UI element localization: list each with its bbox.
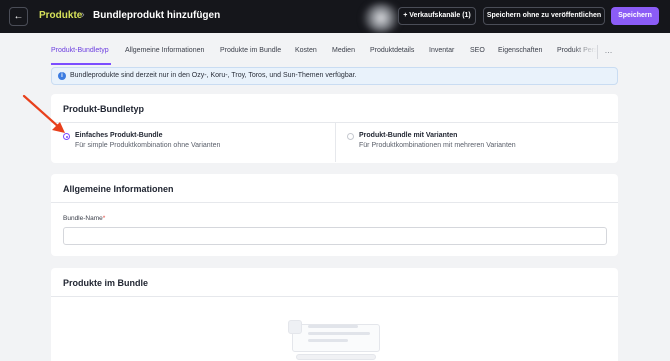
- tab-media[interactable]: Medien: [332, 47, 355, 54]
- info-icon: i: [58, 72, 66, 80]
- breadcrumb-separator: ›: [81, 9, 85, 21]
- bundle-name-input[interactable]: [63, 227, 607, 245]
- arrow-left-icon: ←: [13, 11, 24, 22]
- required-marker: *: [102, 215, 106, 222]
- back-button[interactable]: ←: [9, 7, 28, 26]
- tabs-fade: [573, 41, 597, 61]
- bundle-type-title: Produkt-Bundletyp: [63, 104, 144, 114]
- breadcrumb-parent[interactable]: Produkte: [39, 10, 82, 21]
- variant-bundle-radio[interactable]: [347, 133, 354, 140]
- tab-costs[interactable]: Kosten: [295, 47, 317, 54]
- tab-properties[interactable]: Eigenschaften: [498, 47, 542, 54]
- save-without-publishing-button[interactable]: Speichern ohne zu veröffentlichen: [483, 7, 605, 25]
- products-in-bundle-card: Produkte im Bundle: [51, 268, 618, 361]
- sales-channels-button[interactable]: + Verkaufskanäle (1): [398, 7, 476, 25]
- annotation-arrow-icon: [22, 94, 65, 133]
- tab-product-details[interactable]: Produktdetails: [370, 47, 414, 54]
- tab-general-info[interactable]: Allgemeine Informationen: [125, 47, 204, 54]
- tabs-more-button[interactable]: …: [597, 45, 619, 59]
- tab-inventory[interactable]: Inventar: [429, 47, 454, 54]
- general-info-title: Allgemeine Informationen: [63, 184, 174, 194]
- info-banner: i Bundleprodukte sind derzeit nur in den…: [51, 67, 618, 85]
- bundle-name-label: Bundle-Name*: [63, 215, 106, 222]
- tab-products-in-bundle[interactable]: Produkte im Bundle: [220, 47, 281, 54]
- save-button[interactable]: Speichern: [611, 7, 659, 25]
- active-tab-indicator: [51, 63, 111, 65]
- card-divider: [51, 296, 618, 297]
- card-divider: [51, 202, 618, 203]
- page-title: Bundleprodukt hinzufügen: [93, 10, 221, 21]
- info-banner-text: Bundleprodukte sind derzeit nur in den O…: [70, 72, 357, 79]
- empty-products-illustration: [288, 320, 382, 360]
- bundle-type-card: Produkt-Bundletyp Einfaches Produkt-Bund…: [51, 94, 618, 163]
- blurred-avatar: [362, 3, 400, 33]
- tab-seo[interactable]: SEO: [470, 47, 485, 54]
- tab-bundle-type[interactable]: Produkt-Bundletyp: [51, 47, 109, 54]
- top-bar: ← Produkte › Bundleprodukt hinzufügen + …: [0, 0, 670, 33]
- section-tabs: Produkt-Bundletyp Allgemeine Information…: [0, 33, 670, 65]
- option-divider: [335, 123, 336, 162]
- simple-bundle-label: Einfaches Produkt-Bundle: [75, 132, 163, 139]
- general-info-card: Allgemeine Informationen Bundle-Name*: [51, 174, 618, 256]
- variant-bundle-description: Für Produktkombinationen mit mehreren Va…: [359, 142, 516, 149]
- products-in-bundle-title: Produkte im Bundle: [63, 278, 149, 288]
- variant-bundle-label: Produkt-Bundle mit Varianten: [359, 132, 458, 139]
- simple-bundle-description: Für simple Produktkombination ohne Varia…: [75, 142, 221, 149]
